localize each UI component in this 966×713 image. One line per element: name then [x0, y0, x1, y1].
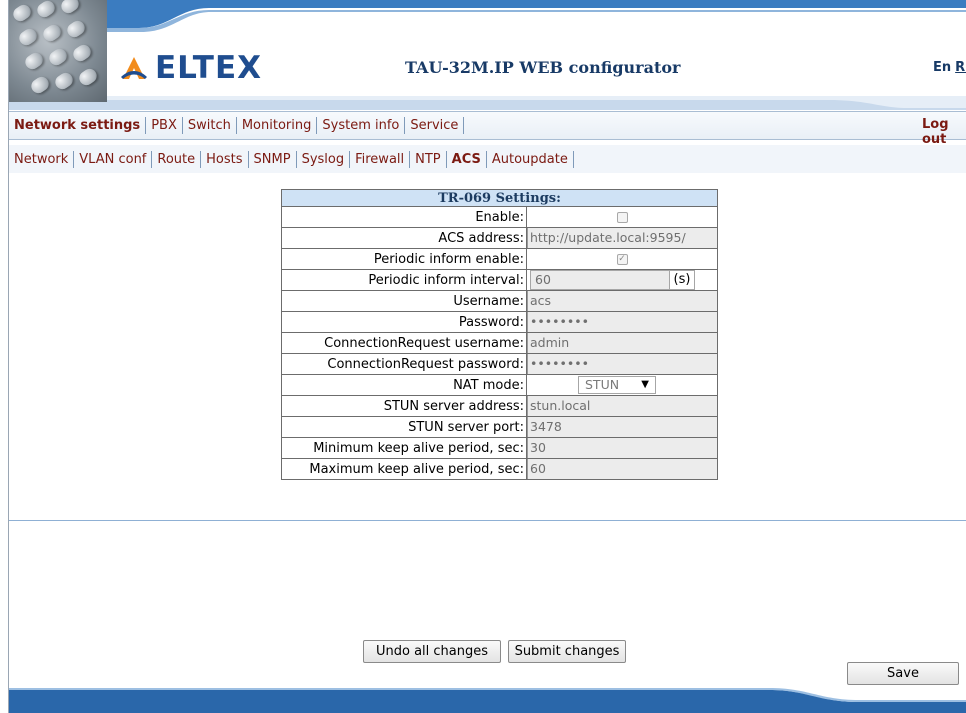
table-title: TR-069 Settings: [281, 189, 718, 207]
max-keepalive-label: Maximum keep alive period, sec: [281, 458, 527, 480]
periodic-inform-checkbox[interactable]: ✓ [616, 253, 628, 265]
app-window: ELTEX TAU-32M.IP WEB configurator En Ru N… [8, 0, 966, 713]
eltex-logo-icon [121, 57, 147, 79]
eltex-logo: ELTEX [119, 50, 262, 86]
keypad-photo [9, 0, 107, 102]
menu-monitoring[interactable]: Monitoring [237, 117, 318, 134]
header: ELTEX TAU-32M.IP WEB configurator En Ru [9, 0, 966, 110]
tab-network[interactable]: Network [9, 150, 75, 168]
cr-password-field[interactable]: •••••••• [527, 354, 717, 374]
max-keepalive-field[interactable]: 60 [527, 459, 717, 479]
min-keepalive-label: Minimum keep alive period, sec: [281, 437, 527, 459]
submit-changes-button[interactable]: Submit changes [508, 640, 626, 663]
menu-system-info[interactable]: System info [317, 117, 406, 134]
menu-service[interactable]: Service [405, 117, 465, 134]
menu-switch[interactable]: Switch [183, 117, 237, 134]
nat-mode-value: STUN [585, 377, 620, 392]
tab-ntp[interactable]: NTP [410, 150, 447, 168]
tab-hosts[interactable]: Hosts [201, 150, 249, 168]
tab-snmp[interactable]: SNMP [249, 150, 297, 168]
tab-firewall[interactable]: Firewall [350, 150, 411, 168]
divider [9, 520, 966, 521]
stun-port-label: STUN server port: [281, 416, 527, 438]
nat-mode-select[interactable]: STUN ▼ [578, 376, 656, 394]
cr-username-label: ConnectionRequest username: [281, 332, 527, 354]
brand-name: ELTEX [155, 50, 263, 86]
stun-address-field[interactable]: stun.local [527, 396, 717, 416]
enable-label: Enable: [281, 206, 527, 228]
lang-en[interactable]: En [933, 60, 951, 75]
periodic-inform-interval-label: Periodic inform interval: [281, 269, 527, 291]
logout-link[interactable]: Log out [922, 117, 966, 147]
lang-ru-link[interactable]: Ru [955, 60, 966, 75]
page-title: TAU-32M.IP WEB configurator [405, 58, 681, 77]
footer-decoration [9, 688, 966, 713]
cr-username-field[interactable]: admin [527, 333, 717, 353]
menu-pbx[interactable]: PBX [146, 117, 183, 134]
stun-address-label: STUN server address: [281, 395, 527, 417]
enable-checkbox[interactable] [616, 211, 628, 223]
tr069-settings-table: TR-069 Settings: Enable: ACS address: ht… [281, 189, 718, 480]
tab-acs[interactable]: ACS [447, 150, 487, 168]
sub-menu: Network VLAN conf Route Hosts SNMP Syslo… [9, 145, 966, 173]
menu-network-settings[interactable]: Network settings [9, 117, 147, 134]
periodic-inform-enable-label: Periodic inform enable: [281, 248, 527, 270]
password-field[interactable]: •••••••• [527, 312, 717, 332]
nat-mode-label: NAT mode: [281, 374, 527, 396]
acs-address-label: ACS address: [281, 227, 527, 249]
language-switch: En Ru [933, 60, 966, 75]
tab-route[interactable]: Route [152, 150, 202, 168]
chevron-down-icon: ▼ [641, 379, 649, 390]
stun-port-field[interactable]: 3478 [527, 417, 717, 437]
main-menu: Network settings PBX Switch Monitoring S… [9, 111, 966, 140]
tab-vlan-conf[interactable]: VLAN conf [74, 150, 153, 168]
username-label: Username: [281, 290, 527, 312]
acs-address-field[interactable]: http://update.local:9595/ [527, 228, 717, 248]
undo-all-changes-button[interactable]: Undo all changes [363, 640, 501, 663]
min-keepalive-field[interactable]: 30 [527, 438, 717, 458]
tab-syslog[interactable]: Syslog [297, 150, 351, 168]
tab-autoupdate[interactable]: Autoupdate [487, 150, 574, 168]
periodic-inform-interval-field[interactable]: 60 [530, 270, 670, 290]
password-label: Password: [281, 311, 527, 333]
interval-unit: (s) [670, 270, 695, 290]
username-field[interactable]: acs [527, 291, 717, 311]
cr-password-label: ConnectionRequest password: [281, 353, 527, 375]
